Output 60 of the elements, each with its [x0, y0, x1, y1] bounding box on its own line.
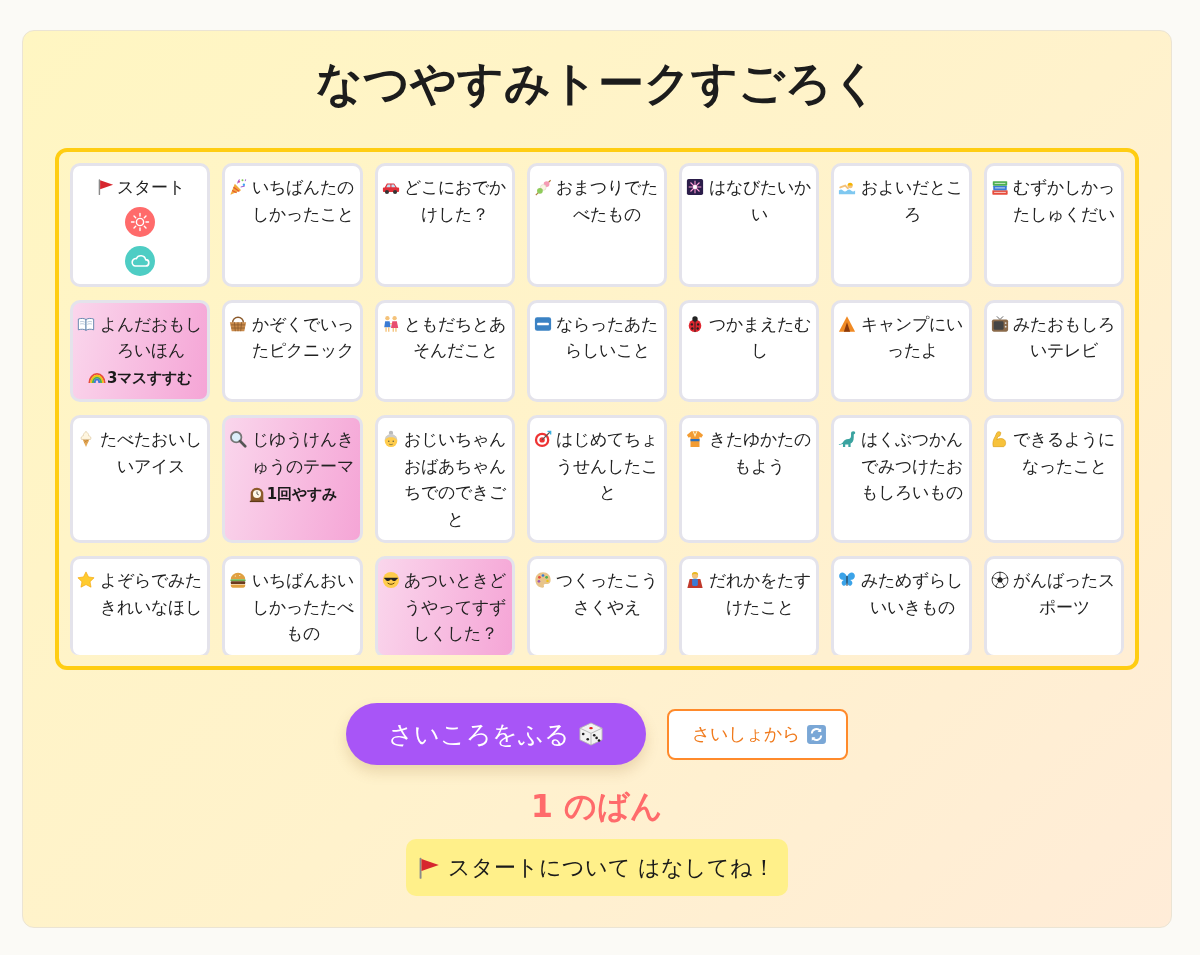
sunglasses-face-icon [381, 571, 400, 589]
dango-icon [533, 178, 552, 196]
square-label: おじいちゃんおばあちゃんちでのできごと [403, 428, 508, 531]
butterfly-icon [838, 571, 857, 589]
event-label: 3マスすすむ [106, 368, 193, 389]
dice-icon [578, 721, 604, 747]
square-label: あついときどうやってすずしくした？ [403, 569, 508, 645]
square-label: たべたおいしいアイス [98, 428, 203, 478]
square-label: できるようになったこと [1012, 428, 1117, 478]
square-label: どこにおでかけした？ [403, 176, 508, 226]
tv-icon [990, 314, 1009, 333]
event-label: 1回やすみ [266, 483, 338, 505]
burger-icon [229, 571, 248, 589]
party-popper-icon [229, 178, 248, 196]
square-label: がんばったスポーツ [1012, 569, 1117, 619]
square-label: かぞくでいったピクニック [250, 312, 355, 362]
magnifier-icon [229, 430, 248, 448]
target-icon [533, 430, 552, 448]
turn-indicator: 1 のばん [530, 786, 664, 826]
square-label: キャンプにいったよ [860, 312, 965, 362]
superhero-icon [686, 571, 705, 589]
star-icon [77, 571, 95, 589]
flexed-arm-icon [990, 430, 1009, 448]
game-title: なつやすみトークすごろく [315, 55, 879, 111]
square-label: きたゆかたのもよう [707, 428, 812, 478]
minus-icon [533, 314, 552, 333]
refresh-icon [806, 723, 827, 745]
square-label: ならったあたらしいこと [555, 312, 660, 362]
square-label: はくぶつかんでみつけたおもしろいもの [860, 428, 965, 504]
restart-button[interactable]: さいしょから [667, 708, 848, 760]
square-label: はなびたいかい [707, 176, 812, 226]
kimono-icon [686, 430, 705, 448]
rainbow-icon [87, 372, 106, 384]
square-label: ともだちとあそんだこと [403, 312, 508, 362]
square-label: つかまえたむし [707, 312, 812, 362]
square-label: だれかをたすけたこと [707, 569, 812, 619]
square-label: つくったこうさくやえ [555, 569, 660, 619]
tent-icon [838, 314, 857, 333]
soccer-ball-icon [990, 571, 1009, 589]
square-label: いちばんおいしかったたべもの [250, 569, 355, 645]
square-label: むずかしかったしゅくだい [1012, 176, 1117, 226]
message-text: スタートについて はなしてね！ [448, 854, 775, 882]
square-label: いちばんたのしかったこと [250, 176, 355, 226]
fireworks-icon [686, 178, 705, 196]
ice-cream-icon [77, 430, 95, 448]
square-label: よぞらでみたきれいなほし [98, 569, 203, 619]
square-label: じゆうけんきゅうのテーマ [250, 428, 355, 478]
roll-dice-button[interactable]: さいころをふる [346, 703, 646, 765]
dinosaur-icon [838, 430, 857, 448]
books-icon [990, 178, 1009, 196]
square-label: よんだおもしろいほん [98, 312, 203, 362]
square-label: おまつりでたべたもの [555, 176, 660, 226]
two-people-icon [381, 314, 400, 333]
square-label: スタート [116, 176, 185, 199]
square-label: みたおもしろいテレビ [1012, 312, 1117, 362]
square-label: はじめてちょうせんしたこと [555, 428, 660, 504]
basket-icon [229, 314, 248, 333]
palette-icon [533, 571, 552, 589]
square-label: およいだところ [860, 176, 965, 226]
square-label: みためずらしいいきもの [860, 569, 965, 619]
